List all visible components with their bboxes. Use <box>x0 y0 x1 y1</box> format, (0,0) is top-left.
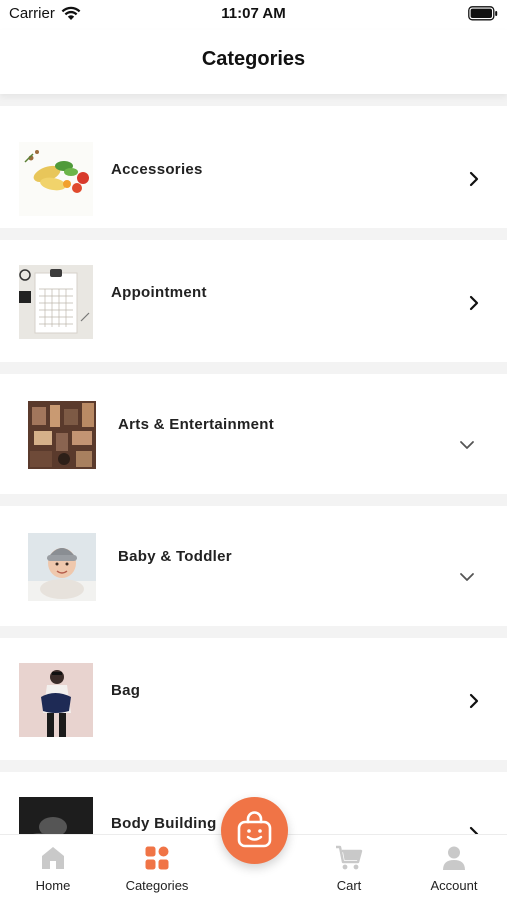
chevron-right-icon[interactable] <box>468 826 480 834</box>
tab-label: Home <box>35 878 71 893</box>
category-row-baby-toddler[interactable]: Baby & Toddler <box>0 506 507 626</box>
chevron-right-icon[interactable] <box>468 693 480 714</box>
status-bar: Carrier 11:07 AM <box>0 0 507 30</box>
category-thumbnail-bag <box>19 663 93 737</box>
category-row-appointment[interactable]: Appointment <box>0 240 507 362</box>
tab-label: Account <box>430 878 478 893</box>
category-label: Accessories <box>111 161 203 178</box>
category-thumbnail-body-building <box>19 797 93 834</box>
category-label: Body Building <box>111 815 217 832</box>
category-thumbnail-baby-toddler <box>28 533 96 601</box>
tab-cart[interactable]: Cart <box>299 835 399 900</box>
account-icon <box>441 845 467 876</box>
category-label: Appointment <box>111 284 207 301</box>
home-icon <box>40 845 66 876</box>
chevron-down-icon[interactable] <box>459 570 475 588</box>
tab-categories[interactable]: Categories <box>107 835 207 900</box>
category-row-accessories[interactable]: Accessories <box>0 106 507 228</box>
category-thumbnail-appointment <box>19 265 93 339</box>
tab-home[interactable]: Home <box>3 835 103 900</box>
shop-fab-button[interactable] <box>221 797 288 864</box>
category-list[interactable]: Accessories Appointment Arts & Entertain… <box>0 94 507 834</box>
category-row-arts-entertainment[interactable]: Arts & Entertainment <box>0 374 507 494</box>
tab-label: Cart <box>336 878 362 893</box>
navigation-header: Categories <box>0 30 507 94</box>
cart-icon <box>335 845 363 876</box>
chevron-down-icon[interactable] <box>459 438 475 456</box>
category-label: Bag <box>111 682 141 699</box>
clock-time: 11:07 AM <box>221 5 286 22</box>
battery-icon <box>468 6 498 26</box>
category-thumbnail-accessories <box>19 142 93 216</box>
category-thumbnail-arts-entertainment <box>28 401 96 469</box>
tab-label: Categories <box>125 878 189 893</box>
category-row-bag[interactable]: Bag <box>0 638 507 760</box>
category-label: Baby & Toddler <box>118 548 232 565</box>
chevron-right-icon[interactable] <box>468 295 480 316</box>
page-title: Categories <box>201 48 306 70</box>
tab-account[interactable]: Account <box>404 835 504 900</box>
categories-grid-icon <box>144 845 170 876</box>
chevron-right-icon[interactable] <box>468 171 480 192</box>
category-label: Arts & Entertainment <box>118 416 275 433</box>
